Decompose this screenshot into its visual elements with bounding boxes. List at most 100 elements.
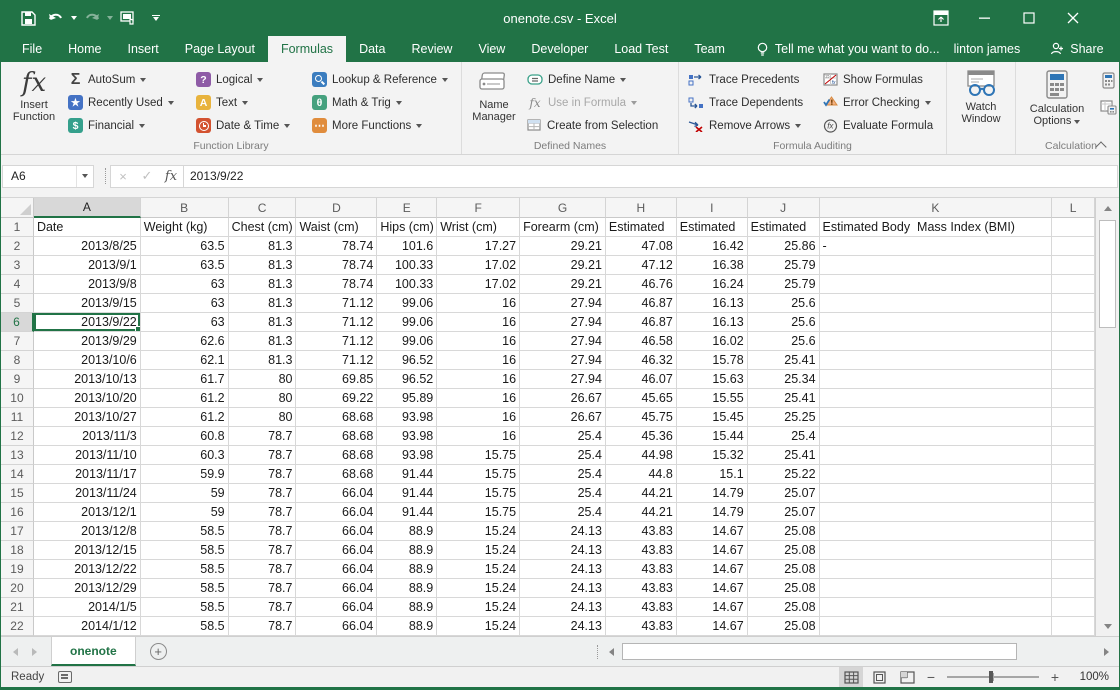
cell-D11[interactable]: 68.68	[296, 408, 377, 427]
cell-A17[interactable]: 2013/12/8	[34, 522, 141, 541]
user-name[interactable]: linton james	[940, 36, 1035, 62]
cell-G6[interactable]: 27.94	[520, 313, 606, 332]
cell-L5[interactable]	[1052, 294, 1095, 313]
row-header-2[interactable]: 2	[1, 237, 34, 256]
row-header-13[interactable]: 13	[1, 446, 34, 465]
page-break-preview-button[interactable]	[895, 667, 919, 687]
cell-D13[interactable]: 68.68	[296, 446, 377, 465]
cell-E7[interactable]: 99.06	[377, 332, 437, 351]
cell-H21[interactable]: 43.83	[606, 598, 677, 617]
cell-E5[interactable]: 99.06	[377, 294, 437, 313]
cell-C18[interactable]: 78.7	[229, 541, 297, 560]
zoom-out-button[interactable]: −	[923, 669, 939, 685]
column-header-d[interactable]: D	[296, 198, 377, 218]
cell-I18[interactable]: 14.67	[677, 541, 748, 560]
tab-page-layout[interactable]: Page Layout	[172, 36, 268, 62]
cell-F5[interactable]: 16	[437, 294, 520, 313]
cell-G22[interactable]: 24.13	[520, 617, 606, 636]
show-formulas-button[interactable]: 15fx Show Formulas	[818, 68, 942, 91]
horizontal-scroll-thumb[interactable]	[622, 643, 1017, 660]
cell-F20[interactable]: 15.24	[437, 579, 520, 598]
tell-me-box[interactable]: Tell me what you want to do...	[756, 36, 940, 62]
cell-I13[interactable]: 15.32	[677, 446, 748, 465]
cell-E4[interactable]: 100.33	[377, 275, 437, 294]
cell-G15[interactable]: 25.4	[520, 484, 606, 503]
cell-H17[interactable]: 43.83	[606, 522, 677, 541]
cell-I5[interactable]: 16.13	[677, 294, 748, 313]
cell-B10[interactable]: 61.2	[141, 389, 229, 408]
previous-sheet-button[interactable]	[13, 648, 18, 656]
cell-K21[interactable]	[820, 598, 1053, 617]
column-header-f[interactable]: F	[437, 198, 520, 218]
cell-B22[interactable]: 58.5	[141, 617, 229, 636]
row-header-7[interactable]: 7	[1, 332, 34, 351]
cell-B21[interactable]: 58.5	[141, 598, 229, 617]
cell-J8[interactable]: 25.41	[748, 351, 820, 370]
cell-I14[interactable]: 15.1	[677, 465, 748, 484]
cell-H15[interactable]: 44.21	[606, 484, 677, 503]
lookup-reference-button[interactable]: Lookup & Reference	[307, 68, 457, 91]
cell-E12[interactable]: 93.98	[377, 427, 437, 446]
cell-G7[interactable]: 27.94	[520, 332, 606, 351]
cell-J19[interactable]: 25.08	[748, 560, 820, 579]
cell-H18[interactable]: 43.83	[606, 541, 677, 560]
cell-I22[interactable]: 14.67	[677, 617, 748, 636]
cell-J16[interactable]: 25.07	[748, 503, 820, 522]
cell-E9[interactable]: 96.52	[377, 370, 437, 389]
cell-G11[interactable]: 26.67	[520, 408, 606, 427]
cell-K18[interactable]	[820, 541, 1053, 560]
cell-E13[interactable]: 93.98	[377, 446, 437, 465]
column-header-e[interactable]: E	[377, 198, 437, 218]
cell-J11[interactable]: 25.25	[748, 408, 820, 427]
cell-J17[interactable]: 25.08	[748, 522, 820, 541]
cell-A18[interactable]: 2013/12/15	[34, 541, 141, 560]
cell-K9[interactable]	[820, 370, 1053, 389]
cell-G8[interactable]: 27.94	[520, 351, 606, 370]
cell-F14[interactable]: 15.75	[437, 465, 520, 484]
cell-F7[interactable]: 16	[437, 332, 520, 351]
cell-L12[interactable]	[1052, 427, 1095, 446]
cell-H7[interactable]: 46.58	[606, 332, 677, 351]
cell-A5[interactable]: 2013/9/15	[34, 294, 141, 313]
cell-A13[interactable]: 2013/11/10	[34, 446, 141, 465]
cell-C4[interactable]: 81.3	[229, 275, 297, 294]
row-header-18[interactable]: 18	[1, 541, 34, 560]
cell-B15[interactable]: 59	[141, 484, 229, 503]
row-header-8[interactable]: 8	[1, 351, 34, 370]
cell-K4[interactable]	[820, 275, 1053, 294]
cell-L6[interactable]	[1052, 313, 1095, 332]
new-sheet-button[interactable]: +	[150, 637, 167, 666]
math-trig-button[interactable]: θ Math & Trig	[307, 91, 457, 114]
column-header-h[interactable]: H	[606, 198, 677, 218]
zoom-slider[interactable]	[947, 676, 1039, 678]
cell-K15[interactable]	[820, 484, 1053, 503]
calculation-options-button[interactable]: Calculation Options	[1020, 66, 1094, 138]
cell-H16[interactable]: 44.21	[606, 503, 677, 522]
cancel-entry-button[interactable]: ×	[111, 169, 135, 184]
cell-K3[interactable]	[820, 256, 1053, 275]
date-time-button[interactable]: Date & Time	[191, 114, 307, 137]
cell-B8[interactable]: 62.1	[141, 351, 229, 370]
cell-H1[interactable]: Estimated	[606, 218, 677, 237]
cell-J1[interactable]: Estimated	[748, 218, 820, 237]
cell-C15[interactable]: 78.7	[229, 484, 297, 503]
cell-F10[interactable]: 16	[437, 389, 520, 408]
cell-B5[interactable]: 63	[141, 294, 229, 313]
cell-I20[interactable]: 14.67	[677, 579, 748, 598]
column-header-a[interactable]: A	[34, 198, 141, 218]
cell-F16[interactable]: 15.75	[437, 503, 520, 522]
cell-K13[interactable]	[820, 446, 1053, 465]
cell-E15[interactable]: 91.44	[377, 484, 437, 503]
more-functions-button[interactable]: ⋯ More Functions	[307, 114, 457, 137]
touch-mode-button[interactable]	[115, 5, 141, 31]
cell-L13[interactable]	[1052, 446, 1095, 465]
evaluate-formula-button[interactable]: fx Evaluate Formula	[818, 114, 942, 137]
share-button[interactable]: Share	[1034, 36, 1119, 62]
cell-I21[interactable]: 14.67	[677, 598, 748, 617]
cell-J22[interactable]: 25.08	[748, 617, 820, 636]
cell-J2[interactable]: 25.86	[748, 237, 820, 256]
cell-F6[interactable]: 16	[437, 313, 520, 332]
cell-C1[interactable]: Chest (cm)	[229, 218, 297, 237]
cell-I11[interactable]: 15.45	[677, 408, 748, 427]
cell-J14[interactable]: 25.22	[748, 465, 820, 484]
